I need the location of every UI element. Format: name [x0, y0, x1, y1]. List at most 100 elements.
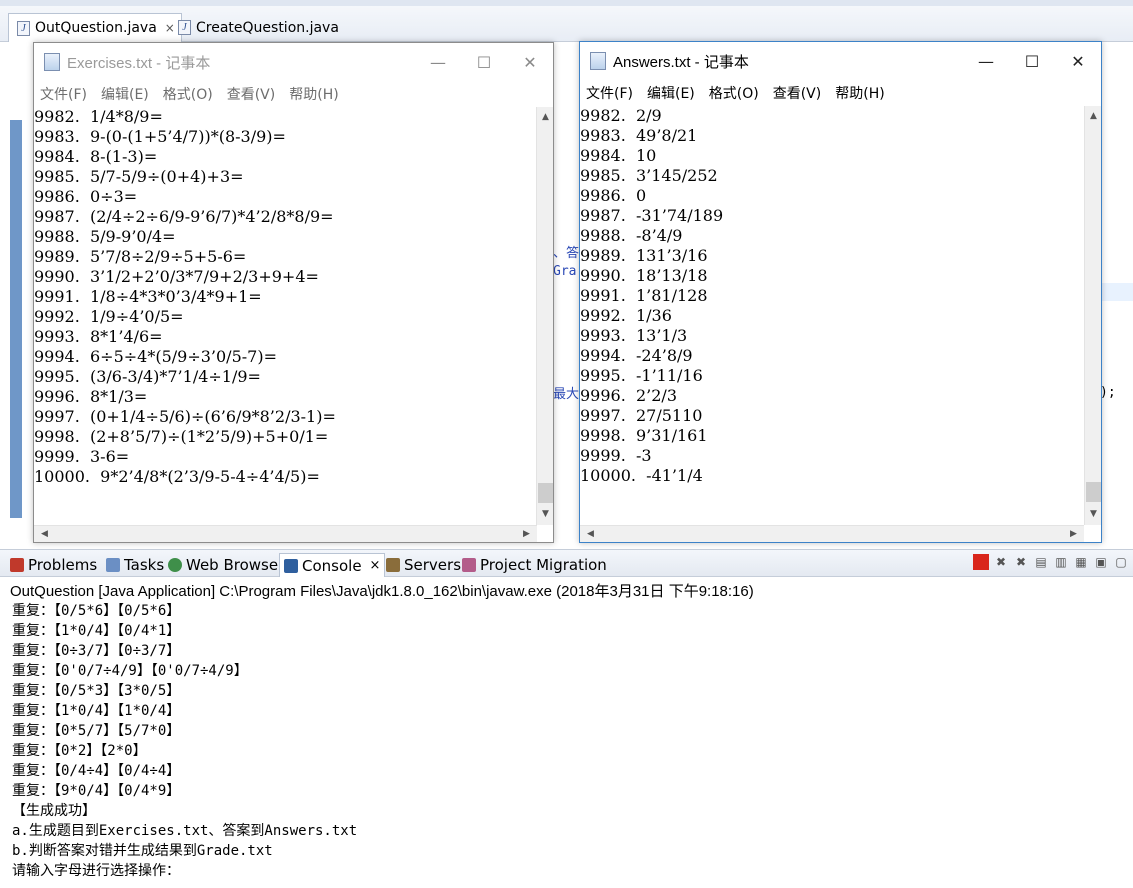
scroll-left-icon[interactable]: ◀: [36, 526, 53, 543]
menu-file[interactable]: 文件(F): [40, 84, 87, 104]
java-file-icon: J: [17, 20, 30, 36]
scroll-right-icon[interactable]: ▶: [1065, 526, 1082, 543]
exercise-line: 9983. 9-(0-(1+5’4/7))*(8-3/9)=: [34, 127, 286, 146]
minimize-button[interactable]: —: [415, 43, 461, 81]
menu-file[interactable]: 文件(F): [586, 83, 633, 103]
console-line: 【生成成功】: [12, 803, 96, 819]
answers-menu-bar: 文件(F) 编辑(E) 格式(O) 查看(V) 帮助(H): [580, 80, 1101, 106]
open-console-icon[interactable]: ▢: [1113, 554, 1129, 570]
answer-line: 9999. -3: [580, 446, 652, 465]
migration-icon: [462, 558, 476, 572]
menu-format[interactable]: 格式(O): [709, 83, 759, 103]
tab-tasks[interactable]: Tasks: [106, 553, 164, 577]
answers-title-bar[interactable]: Answers.txt - 记事本 — ☐ ✕: [580, 42, 1101, 80]
window-title: Answers.txt - 记事本: [613, 53, 749, 71]
console-line: 重复：【1*0/4】【1*0/4】: [12, 703, 181, 719]
console-line: 请输入字母进行选择操作：: [12, 863, 180, 879]
answers-notepad-window: Answers.txt - 记事本 — ☐ ✕ 文件(F) 编辑(E) 格式(O…: [579, 41, 1102, 543]
exercise-line: 9994. 6÷5÷4*(5/9÷3’0/5-7)=: [34, 347, 277, 366]
console-output[interactable]: 重复：【0/5*6】【0/5*6】 重复：【1*0/4】【0/4*1】 重复：【0÷…: [12, 601, 357, 881]
answer-line: 9998. 9’31/161: [580, 426, 708, 445]
exercise-line: 9997. (0+1/4÷5/6)÷(6’6/9*8’2/3-1)=: [34, 407, 336, 426]
answer-line: 9986. 0: [580, 186, 647, 205]
window-title: Exercises.txt - 记事本: [67, 54, 211, 72]
notepad-icon: [590, 52, 606, 70]
console-line: 重复：【0/5*3】【3*0/5】: [12, 683, 181, 699]
scroll-thumb[interactable]: [538, 483, 553, 503]
exercise-line: 9989. 5’7/8÷2/9÷5+5-6=: [34, 247, 247, 266]
menu-format[interactable]: 格式(O): [163, 84, 213, 104]
tab-project-migration[interactable]: Project Migration: [462, 553, 607, 577]
vertical-scrollbar[interactable]: ▲ ▼: [536, 107, 553, 525]
scroll-up-icon[interactable]: ▲: [1085, 108, 1102, 125]
remove-launch-icon[interactable]: ✖: [993, 554, 1009, 570]
close-button[interactable]: ✕: [1055, 42, 1101, 80]
answer-line: 9982. 2/9: [580, 106, 662, 125]
menu-help[interactable]: 帮助(H): [289, 84, 338, 104]
tab-outquestion[interactable]: J OutQuestion.java ×: [8, 13, 182, 42]
answer-line: 9995. -1’11/16: [580, 366, 703, 385]
scroll-up-icon[interactable]: ▲: [537, 109, 554, 126]
remove-all-icon[interactable]: ✖: [1013, 554, 1029, 570]
horizontal-scrollbar[interactable]: ◀ ▶: [580, 525, 1084, 542]
horizontal-scrollbar[interactable]: ◀ ▶: [34, 525, 537, 542]
exercise-line: 9996. 8*1/3=: [34, 387, 148, 406]
exercises-menu-bar: 文件(F) 编辑(E) 格式(O) 查看(V) 帮助(H): [34, 81, 553, 107]
console-line: b.判断答案对错并生成结果到Grade.txt: [12, 843, 273, 859]
console-toolbar: ✖ ✖ ▤ ▥ ▦ ▣ ▢: [973, 554, 1129, 570]
problems-icon: [10, 558, 24, 572]
servers-icon: [386, 558, 400, 572]
answer-line: 9988. -8’4/9: [580, 226, 683, 245]
answers-text-area[interactable]: 9982. 2/9 9983. 49’8/21 9984. 10 9985. 3’14…: [580, 106, 723, 486]
exercise-line: 9995. (3/6-3/4)*7’1/4÷1/9=: [34, 367, 261, 386]
console-line: 重复：【0*2】【2*0】: [12, 743, 147, 759]
display-console-icon[interactable]: ▣: [1093, 554, 1109, 570]
editor-code-fragment: 最大: [553, 387, 580, 402]
menu-view[interactable]: 查看(V): [773, 83, 822, 103]
exercises-title-bar[interactable]: Exercises.txt - 记事本 — ☐ ✕: [34, 43, 553, 81]
pin-console-icon[interactable]: ▦: [1073, 554, 1089, 570]
answer-line: 9990. 18’13/18: [580, 266, 708, 285]
editor-code-fragment: 、答: [553, 246, 580, 261]
exercise-line: 9985. 5/7-5/9÷(0+4)+3=: [34, 167, 244, 186]
answer-line: 9997. 27/5110: [580, 406, 703, 425]
tab-servers[interactable]: Servers: [386, 553, 461, 577]
answer-line: 9992. 1/36: [580, 306, 672, 325]
clear-console-icon[interactable]: ▤: [1033, 554, 1049, 570]
exercise-line: 9999. 3-6=: [34, 447, 130, 466]
menu-edit[interactable]: 编辑(E): [101, 84, 149, 104]
tasks-icon: [106, 558, 120, 572]
answer-line: 9996. 2’2/3: [580, 386, 677, 405]
tab-label: OutQuestion.java: [35, 20, 157, 36]
answer-line: 9985. 3’145/252: [580, 166, 718, 185]
tab-console[interactable]: Console ×: [279, 553, 386, 577]
tab-problems[interactable]: Problems: [10, 553, 97, 577]
scroll-lock-icon[interactable]: ▥: [1053, 554, 1069, 570]
scroll-down-icon[interactable]: ▼: [1085, 506, 1102, 523]
maximize-button[interactable]: ☐: [461, 43, 507, 81]
menu-view[interactable]: 查看(V): [227, 84, 276, 104]
scroll-down-icon[interactable]: ▼: [537, 506, 554, 523]
scroll-thumb[interactable]: [1086, 482, 1101, 502]
maximize-button[interactable]: ☐: [1009, 42, 1055, 80]
minimize-button[interactable]: —: [963, 42, 1009, 80]
menu-edit[interactable]: 编辑(E): [647, 83, 695, 103]
exercise-line: 9984. 8-(1-3)=: [34, 147, 158, 166]
editor-code-fragment: Gra: [553, 264, 577, 279]
tab-createquestion[interactable]: J CreateQuestion.java: [170, 13, 345, 42]
scroll-left-icon[interactable]: ◀: [582, 526, 599, 543]
terminate-icon[interactable]: [973, 554, 989, 570]
close-button[interactable]: ✕: [507, 43, 553, 81]
tab-label: Tasks: [124, 556, 165, 574]
exercises-text-area[interactable]: 9982. 1/4*8/9= 9983. 9-(0-(1+5’4/7))*(8-3…: [34, 107, 336, 487]
tab-web-browser[interactable]: Web Browser: [168, 553, 284, 577]
exercise-line: 10000. 9*2’4/8*(2’3/9-5-4÷4’4/5)=: [34, 467, 320, 486]
scroll-right-icon[interactable]: ▶: [518, 526, 535, 543]
console-line: 重复：【9*0/4】【0/4*9】: [12, 783, 181, 799]
tab-label: Project Migration: [480, 556, 607, 574]
menu-help[interactable]: 帮助(H): [835, 83, 884, 103]
close-icon[interactable]: ×: [370, 558, 381, 573]
console-view-tab-bar: Problems Tasks Web Browser Console × Ser…: [0, 549, 1133, 577]
answer-line: 10000. -41’1/4: [580, 466, 703, 485]
vertical-scrollbar[interactable]: ▲ ▼: [1084, 106, 1101, 525]
